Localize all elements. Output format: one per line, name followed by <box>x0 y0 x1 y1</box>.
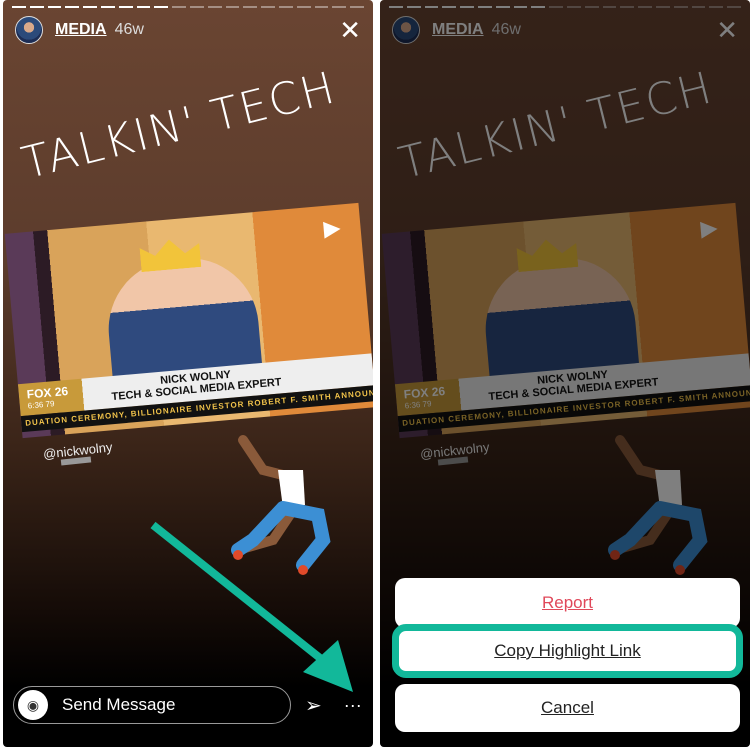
copy-highlight-link-button[interactable]: Copy Highlight Link <box>392 624 743 678</box>
message-placeholder: Send Message <box>62 695 176 714</box>
send-message-input[interactable]: ◉ Send Message <box>13 686 291 724</box>
story-view-left: MEDIA 46w ✕ TALKIN' TECH ▶ FOX 26 6:36 79… <box>3 0 373 747</box>
send-icon[interactable]: ➢ <box>305 693 322 718</box>
camera-icon[interactable]: ◉ <box>18 690 48 720</box>
annotation-arrow <box>150 521 353 692</box>
story-view-right: MEDIA 46w ✕ TALKIN' TECH ▶ FOX 266:36 79… <box>380 0 750 747</box>
report-button[interactable]: Report <box>395 578 740 628</box>
more-options-icon[interactable]: ··· <box>344 695 362 716</box>
story-footer: ◉ Send Message ➢ ··· <box>13 686 363 724</box>
cancel-button[interactable]: Cancel <box>395 684 740 732</box>
